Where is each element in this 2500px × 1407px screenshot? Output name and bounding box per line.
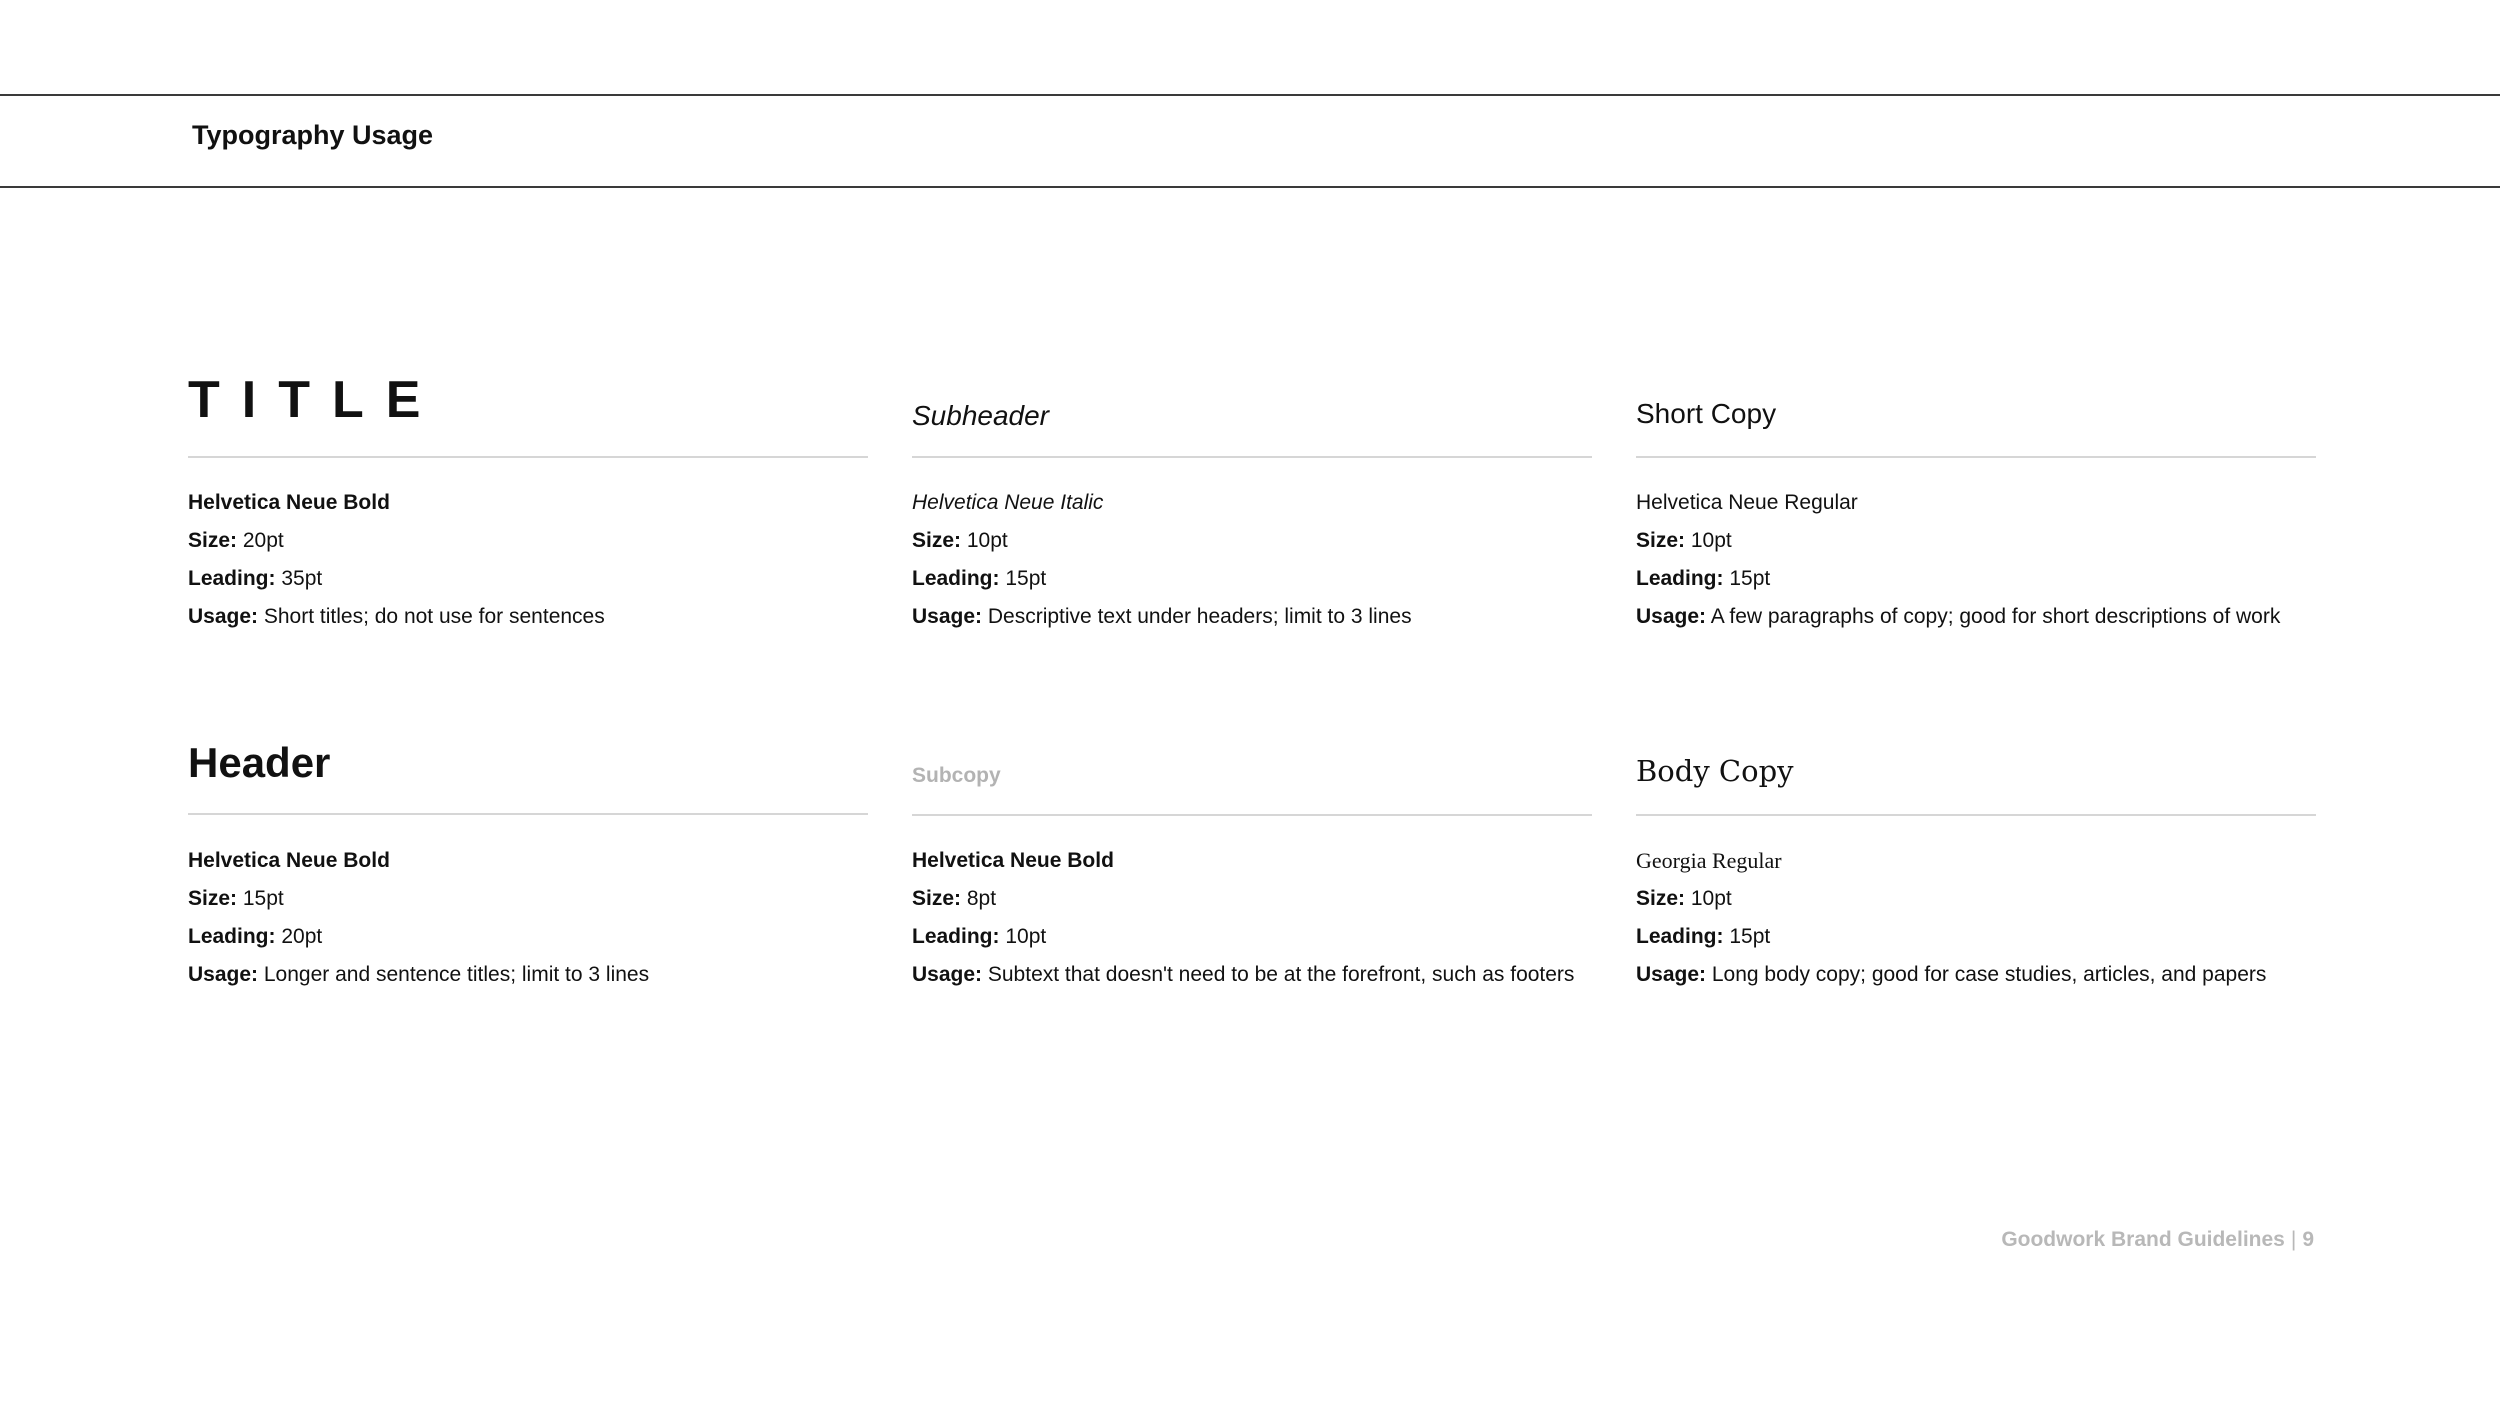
- header-bottom-rule: [0, 186, 2500, 188]
- usage-label: Usage:: [1636, 605, 1707, 628]
- spec-leading: Leading: 15pt: [912, 560, 1632, 598]
- size-label: Size:: [912, 529, 962, 552]
- spec-list: Helvetica Neue Bold Size: 20pt Leading: …: [188, 484, 908, 636]
- leading-label: Leading:: [1636, 925, 1724, 948]
- usage-value: A few paragraphs of copy; good for short…: [1710, 605, 2281, 628]
- page-title: Typography Usage: [192, 120, 434, 150]
- spec-size: Size: 8pt: [912, 880, 1632, 918]
- leading-label: Leading:: [1636, 567, 1724, 590]
- usage-value: Subtext that doesn't need to be at the f…: [987, 963, 1575, 986]
- spec-leading: Leading: 10pt: [912, 918, 1632, 956]
- top-rule: [0, 94, 2500, 96]
- usage-value: Short titles; do not use for sentences: [263, 605, 605, 628]
- leading-label: Leading:: [188, 925, 276, 948]
- leading-value: 35pt: [281, 567, 323, 590]
- spec-usage: Usage: Longer and sentence titles; limit…: [188, 956, 908, 994]
- spec-list: Helvetica Neue Bold Size: 8pt Leading: 1…: [912, 842, 1632, 994]
- sample-header: Header: [188, 739, 331, 786]
- spec-list: Helvetica Neue Italic Size: 10pt Leading…: [912, 484, 1632, 636]
- footer-separator: |: [2290, 1228, 2297, 1251]
- spec-list: Helvetica Neue Bold Size: 15pt Leading: …: [188, 842, 908, 994]
- leading-value: 15pt: [1729, 567, 1771, 590]
- size-label: Size:: [912, 887, 962, 910]
- font-name: Helvetica Neue Italic: [912, 491, 1104, 514]
- font-name: Georgia Regular: [1636, 848, 1782, 873]
- font-name: Helvetica Neue Bold: [912, 849, 1114, 872]
- usage-label: Usage:: [912, 605, 983, 628]
- spec-leading: Leading: 15pt: [1636, 918, 2356, 956]
- spec-list: Helvetica Neue Regular Size: 10pt Leadin…: [1636, 484, 2356, 636]
- spec-size: Size: 10pt: [1636, 522, 2356, 560]
- size-value: 10pt: [1690, 529, 1732, 552]
- sample-short-copy: Short Copy: [1636, 398, 1777, 429]
- spec-leading: Leading: 15pt: [1636, 560, 2356, 598]
- size-label: Size:: [1636, 529, 1686, 552]
- font-name: Helvetica Neue Regular: [1636, 491, 1858, 514]
- divider: [1636, 456, 2316, 458]
- spec-size: Size: 10pt: [912, 522, 1632, 560]
- size-label: Size:: [1636, 887, 1686, 910]
- divider: [188, 456, 868, 458]
- divider: [1636, 814, 2316, 816]
- spec-size: Size: 10pt: [1636, 880, 2356, 918]
- spec-usage: Usage: A few paragraphs of copy; good fo…: [1636, 598, 2356, 636]
- leading-value: 15pt: [1005, 567, 1047, 590]
- page-footer: Goodwork Brand Guidelines | 9: [2001, 1228, 2314, 1252]
- size-value: 10pt: [966, 529, 1008, 552]
- sample-title: TITLE: [188, 371, 443, 429]
- leading-label: Leading:: [188, 567, 276, 590]
- size-value: 10pt: [1690, 887, 1732, 910]
- divider: [188, 813, 868, 815]
- usage-value: Longer and sentence titles; limit to 3 l…: [263, 963, 650, 986]
- font-name: Helvetica Neue Bold: [188, 491, 390, 514]
- font-name: Helvetica Neue Bold: [188, 849, 390, 872]
- spec-leading: Leading: 20pt: [188, 918, 908, 956]
- footer-text: Goodwork Brand Guidelines: [2001, 1228, 2285, 1251]
- leading-label: Leading:: [912, 567, 1000, 590]
- usage-label: Usage:: [1636, 963, 1707, 986]
- spec-size: Size: 15pt: [188, 880, 908, 918]
- divider: [912, 814, 1592, 816]
- leading-value: 15pt: [1729, 925, 1771, 948]
- size-value: 15pt: [242, 887, 284, 910]
- spec-size: Size: 20pt: [188, 522, 908, 560]
- divider: [912, 456, 1592, 458]
- spec-usage: Usage: Short titles; do not use for sent…: [188, 598, 908, 636]
- usage-value: Descriptive text under headers; limit to…: [987, 605, 1412, 628]
- sample-subcopy: Subcopy: [912, 764, 1001, 787]
- size-label: Size:: [188, 529, 238, 552]
- leading-label: Leading:: [912, 925, 1000, 948]
- usage-label: Usage:: [188, 963, 259, 986]
- sample-subheader: Subheader: [912, 400, 1050, 431]
- spec-usage: Usage: Subtext that doesn't need to be a…: [912, 956, 1632, 994]
- usage-label: Usage:: [188, 605, 259, 628]
- leading-value: 20pt: [281, 925, 323, 948]
- spec-list: Georgia Regular Size: 10pt Leading: 15pt…: [1636, 842, 2356, 994]
- spec-usage: Usage: Long body copy; good for case stu…: [1636, 956, 2356, 994]
- usage-label: Usage:: [912, 963, 983, 986]
- spec-usage: Usage: Descriptive text under headers; l…: [912, 598, 1632, 636]
- usage-value: Long body copy; good for case studies, a…: [1711, 963, 2267, 986]
- size-label: Size:: [188, 887, 238, 910]
- page-number: 9: [2302, 1228, 2314, 1251]
- size-value: 8pt: [966, 887, 997, 910]
- leading-value: 10pt: [1005, 925, 1047, 948]
- sample-body-copy: Body Copy: [1636, 754, 1794, 788]
- spec-leading: Leading: 35pt: [188, 560, 908, 598]
- size-value: 20pt: [242, 529, 284, 552]
